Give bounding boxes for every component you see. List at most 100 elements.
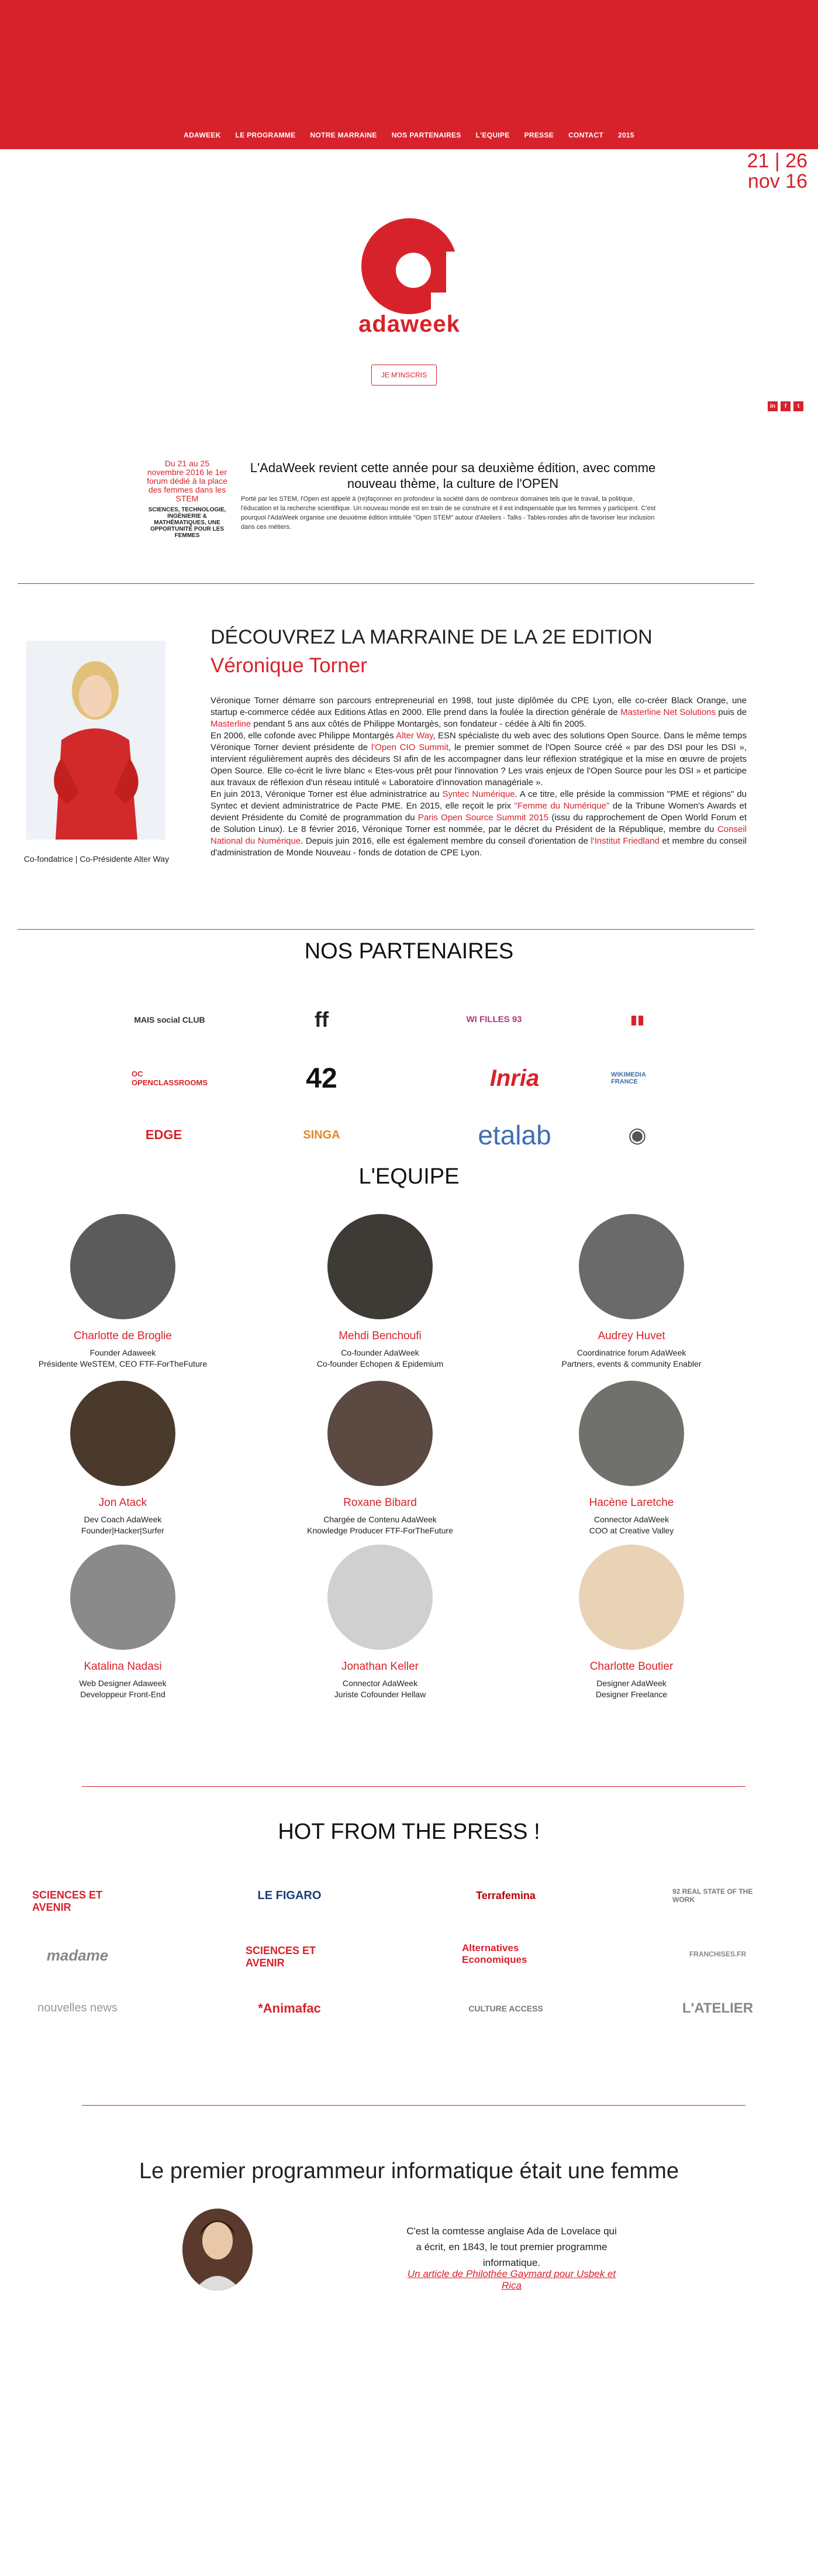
press-logo[interactable]: SCIENCES ET AVENIR bbox=[246, 1934, 333, 1980]
partners-title: NOS PARTENAIRES bbox=[304, 939, 514, 964]
member-role: Knowledge Producer FTF-ForTheFuture bbox=[307, 1526, 453, 1535]
bio-link[interactable]: Syntec Numérique bbox=[443, 789, 515, 799]
partner-label: ff bbox=[315, 1007, 329, 1031]
adaweek-logo: adaweek bbox=[351, 216, 468, 338]
press-label: 92 REAL STATE OF THE WORK bbox=[672, 1887, 753, 1904]
intro-stem-text: SCIENCES, TECHNOLOGIE, INGÉNIERIE & MATH… bbox=[148, 507, 226, 539]
press-logo[interactable]: Terrafemina bbox=[462, 1878, 550, 1913]
bio-link[interactable]: Masterline Net Solutions bbox=[620, 707, 716, 717]
partner-logo[interactable]: EDGE bbox=[132, 1112, 196, 1158]
press-label: L'ATELIER bbox=[682, 2000, 754, 2016]
social-links: in f t bbox=[768, 401, 803, 411]
avatar bbox=[70, 1214, 175, 1319]
logo-wordmark: adaweek bbox=[358, 311, 460, 337]
member-name: Charlotte Boutier bbox=[589, 1660, 674, 1673]
press-logo[interactable]: 92 REAL STATE OF THE WORK bbox=[672, 1878, 763, 1913]
member-role: Web Designer Adaweek bbox=[79, 1679, 167, 1688]
press-logo[interactable]: FRANCHISES.FR bbox=[672, 1937, 763, 1972]
bio-link[interactable]: l'Institut Friedland bbox=[591, 836, 659, 846]
team-member: Charlotte Boutier Designer AdaWeek Designe… bbox=[544, 1545, 719, 1700]
team-member: Mehdi Benchoufi Co-founder AdaWeek Co-foun… bbox=[292, 1214, 468, 1370]
quote-text: C'est la comtesse anglaise Ada de Lovela… bbox=[406, 2226, 617, 2268]
godmother-bio: Véronique Torner démarre son parcours en… bbox=[210, 695, 747, 859]
divider bbox=[18, 583, 754, 584]
press-label: Terrafemina bbox=[476, 1889, 536, 1901]
bio-link[interactable]: Paris Open Source Summit 2015 bbox=[418, 813, 548, 823]
partner-label: etalab bbox=[478, 1120, 551, 1150]
partner-logo[interactable]: ▮▮ bbox=[617, 995, 658, 1044]
partner-logo[interactable]: 42 bbox=[292, 1058, 351, 1099]
partner-logo[interactable]: ff bbox=[295, 995, 348, 1044]
partner-logo[interactable]: ◉ bbox=[617, 1112, 658, 1158]
facebook-icon[interactable]: f bbox=[781, 401, 791, 411]
partner-logo[interactable]: SINGA bbox=[292, 1112, 351, 1158]
bio-link[interactable]: Alter Way bbox=[396, 731, 433, 741]
partner-label: Inria bbox=[489, 1065, 540, 1091]
bio-link[interactable]: "Femme du Numérique" bbox=[515, 801, 610, 811]
press-label: *Animafac bbox=[258, 2000, 321, 2016]
quote-title: Le premier programmeur informatique étai… bbox=[139, 2159, 679, 2183]
bio-paragraph: Véronique Torner démarre son parcours en… bbox=[210, 695, 747, 730]
member-role: Dev Coach AdaWeek bbox=[84, 1515, 162, 1524]
godmother-photo bbox=[26, 641, 165, 840]
press-label: SCIENCES ET AVENIR bbox=[246, 1945, 316, 1969]
partner-logo[interactable]: etalab bbox=[459, 1112, 570, 1158]
press-title: HOT FROM THE PRESS ! bbox=[278, 1820, 540, 1844]
bio-link[interactable]: Masterline bbox=[210, 719, 251, 729]
bio-text: En 2006, elle cofonde avec Philippe Mont… bbox=[210, 731, 396, 741]
avatar bbox=[70, 1381, 175, 1486]
nav-adaweek[interactable]: ADAWEEK bbox=[184, 131, 220, 139]
partner-logo[interactable]: WIKIMEDIA FRANCE bbox=[611, 1058, 664, 1099]
partner-label: MAIS social CLUB bbox=[134, 1014, 205, 1024]
partner-label: SINGA bbox=[303, 1128, 340, 1141]
press-logo[interactable]: nouvelles news bbox=[32, 1992, 123, 2024]
press-logo[interactable]: LE FIGARO bbox=[246, 1878, 333, 1913]
press-label: FRANCHISES.FR bbox=[689, 1950, 747, 1958]
signup-button[interactable]: JE M'INSCRIS bbox=[371, 364, 437, 386]
partner-label: ◉ bbox=[628, 1123, 647, 1147]
team-member: Jonathan Keller Connector AdaWeek Juriste … bbox=[292, 1545, 468, 1700]
nav-marraine[interactable]: NOTRE MARRAINE bbox=[310, 131, 377, 139]
press-logo[interactable]: *Animafac bbox=[246, 1992, 333, 2024]
partner-logo[interactable]: OC OPENCLASSROOMS bbox=[132, 1058, 208, 1099]
partner-label: OC OPENCLASSROOMS bbox=[132, 1069, 208, 1087]
avatar bbox=[327, 1381, 433, 1486]
dates-line2: nov 16 bbox=[747, 170, 807, 192]
godmother-heading: DÉCOUVREZ LA MARRAINE DE LA 2e EDITION bbox=[210, 626, 653, 648]
intro-body: Porté par les STEM, l'Open est appelé à … bbox=[241, 496, 656, 531]
press-label: SCIENCES ET AVENIR bbox=[32, 1889, 103, 1913]
press-logo[interactable]: SCIENCES ET AVENIR bbox=[32, 1878, 123, 1925]
bio-text: puis de bbox=[716, 707, 747, 717]
article-link[interactable]: Un article de Philothée Gaymard pour Usb… bbox=[403, 2268, 620, 2292]
member-role: Founder Adaweek bbox=[89, 1348, 156, 1357]
nav-equipe[interactable]: L'EQUIPE bbox=[476, 131, 510, 139]
hero-banner bbox=[0, 0, 818, 149]
team-member: Roxane Bibard Chargée de Contenu AdaWeek K… bbox=[292, 1381, 468, 1536]
partner-logo[interactable]: WI FILLES 93 bbox=[456, 995, 532, 1044]
member-role: Co-founder AdaWeek bbox=[341, 1348, 419, 1357]
intro-sidebar: Du 21 au 25 novembre 2016 le 1er forum d… bbox=[146, 459, 228, 539]
partner-label: ▮▮ bbox=[630, 1012, 645, 1027]
avatar bbox=[327, 1545, 433, 1650]
nav-contact[interactable]: CONTACT bbox=[568, 131, 603, 139]
nav-presse[interactable]: PRESSE bbox=[524, 131, 554, 139]
press-logo[interactable]: Alternatives Economiques bbox=[462, 1937, 550, 1972]
partner-logo[interactable]: Inria bbox=[456, 1058, 573, 1099]
press-logo[interactable]: L'ATELIER bbox=[672, 1992, 763, 2024]
avatar bbox=[327, 1214, 433, 1319]
press-logo[interactable]: CULTURE ACCESS bbox=[462, 1992, 550, 2024]
twitter-icon[interactable]: t bbox=[793, 401, 803, 411]
nav-partenaires[interactable]: NOS PARTENAIRES bbox=[392, 131, 461, 139]
member-role: COO at Creative Valley bbox=[589, 1526, 674, 1535]
bio-text: . Depuis juin 2016, elle est également m… bbox=[301, 836, 591, 846]
press-label: LE FIGARO bbox=[257, 1889, 322, 1902]
nav-2015[interactable]: 2015 bbox=[618, 131, 634, 139]
linkedin-icon[interactable]: in bbox=[768, 401, 778, 411]
bio-link[interactable]: l'Open CIO Summit bbox=[371, 742, 448, 752]
nav-programme[interactable]: LE PROGRAMME bbox=[236, 131, 296, 139]
press-logo[interactable]: madame bbox=[32, 1939, 123, 1972]
partner-label: WIKIMEDIA FRANCE bbox=[611, 1071, 646, 1085]
divider bbox=[18, 929, 754, 930]
partner-label: 42 bbox=[306, 1062, 337, 1094]
partner-logo[interactable]: MAIS social CLUB bbox=[132, 995, 208, 1044]
